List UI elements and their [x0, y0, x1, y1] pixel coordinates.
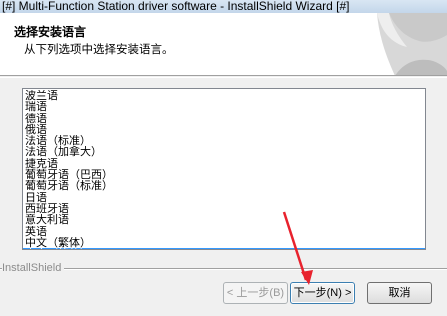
language-list[interactable]: 波兰语 瑞语 德语 俄语 法语（标准） 法语（加拿大） 捷克语 葡萄牙语（巴西） 葡萄牙语（标准…: [23, 89, 425, 249]
language-option[interactable]: 瑞语: [23, 101, 425, 112]
language-option[interactable]: 葡萄牙语（标准）: [23, 180, 425, 191]
language-option[interactable]: 英语: [23, 226, 425, 237]
language-option[interactable]: 意大利语: [23, 214, 425, 225]
wizard-header: 选择安装语言 从下列选项中选择安装语言。: [0, 13, 447, 76]
language-option[interactable]: 日语: [23, 192, 425, 203]
footer-divider: [0, 268, 447, 270]
back-button[interactable]: < 上一步(B): [223, 282, 288, 304]
window-title: [#] Multi-Function Station driver softwa…: [2, 0, 350, 13]
language-option[interactable]: 法语（加拿大）: [23, 146, 425, 157]
page-subtitle: 从下列选项中选择安装语言。: [24, 42, 174, 56]
next-button[interactable]: 下一步(N) >: [290, 282, 355, 304]
installshield-brand: InstallShield: [2, 262, 65, 274]
language-option[interactable]: 中文（繁体）: [23, 237, 425, 248]
language-option[interactable]: 捷克语: [23, 158, 425, 169]
header-separator: [0, 77, 447, 78]
language-option[interactable]: 中文（简体）: [23, 248, 425, 249]
language-option[interactable]: 波兰语: [23, 90, 425, 101]
page-title: 选择安装语言: [14, 25, 87, 39]
language-listbox[interactable]: 波兰语 瑞语 德语 俄语 法语（标准） 法语（加拿大） 捷克语 葡萄牙语（巴西） 葡萄牙语（标准…: [22, 88, 426, 250]
cancel-button[interactable]: 取消: [367, 282, 432, 304]
language-option[interactable]: 葡萄牙语（巴西）: [23, 169, 425, 180]
title-bar[interactable]: [#] Multi-Function Station driver softwa…: [0, 0, 447, 13]
language-option[interactable]: 俄语: [23, 124, 425, 135]
language-option[interactable]: 法语（标准）: [23, 135, 425, 146]
language-option[interactable]: 西班牙语: [23, 203, 425, 214]
language-option[interactable]: 德语: [23, 113, 425, 124]
page-curl-graphic-icon: [377, 13, 447, 75]
